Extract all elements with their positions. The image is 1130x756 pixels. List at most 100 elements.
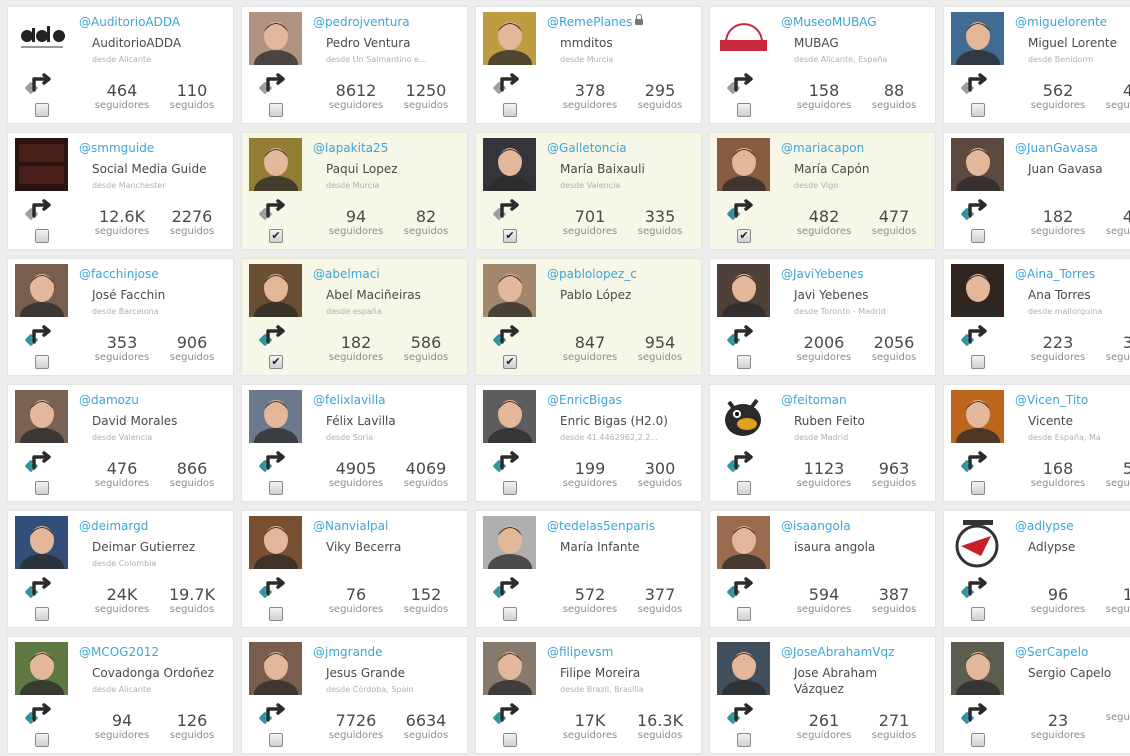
select-checkbox[interactable] [737, 355, 751, 369]
user-card-nanvialpal[interactable]: @Nanvialpal Viky Becerra 76 seguidores 1… [241, 510, 468, 628]
follow-back-icon[interactable] [490, 70, 524, 94]
mutual-follow-icon[interactable] [958, 322, 992, 346]
mutual-follow-icon[interactable] [724, 322, 758, 346]
select-checkbox[interactable] [269, 481, 283, 495]
user-handle-link[interactable]: @Aina_Torres [1015, 267, 1095, 281]
user-handle-link[interactable]: @tedelas5enparis [547, 519, 655, 533]
mutual-follow-icon[interactable] [256, 322, 290, 346]
user-card-enricbigas[interactable]: @EnricBigas Enric Bigas (H2.0) desde 41.… [475, 384, 702, 502]
user-handle-link[interactable]: @facchinjose [79, 267, 159, 281]
user-handle-link[interactable]: @isaangola [781, 519, 851, 533]
follow-back-icon[interactable] [22, 196, 56, 220]
avatar[interactable] [951, 138, 1004, 191]
user-handle-link[interactable]: @damozu [79, 393, 139, 407]
select-checkbox[interactable] [35, 607, 49, 621]
user-handle-link[interactable]: @Nanvialpal [313, 519, 388, 533]
user-card-felixlavilla[interactable]: @felixlavilla Félix Lavilla desde Soria … [241, 384, 468, 502]
user-handle-link[interactable]: @pedrojventura [313, 15, 410, 29]
select-checkbox[interactable] [503, 481, 517, 495]
select-checkbox[interactable]: ✔ [503, 229, 517, 243]
user-card-jmgrande[interactable]: @jmgrande Jesus Grande desde Córdoba, Sp… [241, 636, 468, 754]
select-checkbox[interactable] [737, 481, 751, 495]
user-handle-link[interactable]: @jmgrande [313, 645, 383, 659]
follow-back-icon[interactable] [256, 196, 290, 220]
user-card-facchinjose[interactable]: @facchinjose José Facchin desde Barcelon… [7, 258, 234, 376]
avatar[interactable] [483, 516, 536, 569]
avatar[interactable] [951, 12, 1004, 65]
select-checkbox[interactable] [971, 103, 985, 117]
select-checkbox[interactable] [971, 481, 985, 495]
user-card-filipevsm[interactable]: @filipevsm Filipe Moreira desde Brazil, … [475, 636, 702, 754]
mutual-follow-icon[interactable] [724, 700, 758, 724]
avatar[interactable] [249, 12, 302, 65]
user-card-mariacapon[interactable]: @mariacapon María Capón desde Vigo ✔ 482… [709, 132, 936, 250]
user-card-sercapelo[interactable]: @SerCapelo Sergio Capelo 23 seguidores s… [943, 636, 1130, 754]
user-handle-link[interactable]: @pablolopez_c [547, 267, 637, 281]
user-card-auditorioadda[interactable]: @AuditorioADDA AuditorioADDA desde Alica… [7, 6, 234, 124]
select-checkbox[interactable] [737, 733, 751, 747]
user-handle-link[interactable]: @abelmaci [313, 267, 380, 281]
mutual-follow-icon[interactable] [22, 700, 56, 724]
mutual-follow-icon[interactable] [724, 196, 758, 220]
mutual-follow-icon[interactable] [22, 448, 56, 472]
user-card-pedrojventura[interactable]: @pedrojventura Pedro Ventura desde Un Sa… [241, 6, 468, 124]
avatar[interactable] [249, 642, 302, 695]
user-card-pablolopez_c[interactable]: @pablolopez_c Pablo López ✔ 847 seguidor… [475, 258, 702, 376]
user-handle-link[interactable]: @miguelorente [1015, 15, 1107, 29]
mutual-follow-icon[interactable] [256, 574, 290, 598]
mutual-follow-icon[interactable] [256, 448, 290, 472]
select-checkbox[interactable]: ✔ [737, 229, 751, 243]
user-handle-link[interactable]: @AuditorioADDA [79, 15, 180, 29]
user-card-aina_torres[interactable]: @Aina_Torres Ana Torres desde mallorquin… [943, 258, 1130, 376]
user-card-deimargd[interactable]: @deimargd Deimar Gutierrez desde Colombi… [7, 510, 234, 628]
user-card-vicen_tito[interactable]: @Vicen_Tito Vicente desde España, Ma 168… [943, 384, 1130, 502]
follow-back-icon[interactable] [22, 70, 56, 94]
avatar[interactable] [717, 642, 770, 695]
select-checkbox[interactable] [971, 733, 985, 747]
select-checkbox[interactable]: ✔ [503, 355, 517, 369]
select-checkbox[interactable] [35, 103, 49, 117]
avatar[interactable] [717, 138, 770, 191]
user-card-galletoncia[interactable]: @Galletoncia María Baixauli desde Valenc… [475, 132, 702, 250]
mutual-follow-icon[interactable] [958, 700, 992, 724]
follow-back-icon[interactable] [256, 70, 290, 94]
user-card-abelmaci[interactable]: @abelmaci Abel Maciñeiras desde españa ✔… [241, 258, 468, 376]
user-handle-link[interactable]: @MuseoMUBAG [781, 15, 877, 29]
logo-avatar[interactable] [15, 138, 68, 191]
select-checkbox[interactable] [269, 607, 283, 621]
user-card-damozu[interactable]: @damozu David Morales desde Valencia 476… [7, 384, 234, 502]
avatar[interactable] [249, 138, 302, 191]
user-handle-link[interactable]: @felixlavilla [313, 393, 386, 407]
avatar[interactable] [951, 390, 1004, 443]
mutual-follow-icon[interactable] [256, 700, 290, 724]
user-card-tedelas5enparis[interactable]: @tedelas5enparis María Infante 572 segui… [475, 510, 702, 628]
follow-back-icon[interactable] [724, 70, 758, 94]
avatar[interactable] [249, 390, 302, 443]
user-card-isaangola[interactable]: @isaangola isaura angola 594 seguidores … [709, 510, 936, 628]
logo-avatar[interactable] [15, 12, 68, 65]
select-checkbox[interactable] [737, 103, 751, 117]
follow-back-icon[interactable] [490, 196, 524, 220]
select-checkbox[interactable] [35, 733, 49, 747]
mutual-follow-icon[interactable] [724, 574, 758, 598]
user-card-juangavasa[interactable]: @JuanGavasa Juan Gavasa 182 seguidores 4… [943, 132, 1130, 250]
logo-avatar[interactable] [717, 12, 770, 65]
follow-back-icon[interactable] [958, 70, 992, 94]
avatar[interactable] [15, 516, 68, 569]
avatar[interactable] [951, 264, 1004, 317]
select-checkbox[interactable] [35, 355, 49, 369]
mutual-follow-icon[interactable] [958, 196, 992, 220]
user-handle-link[interactable]: @EnricBigas [547, 393, 622, 407]
user-handle-link[interactable]: @RemePlanes [547, 14, 644, 29]
user-handle-link[interactable]: @Vicen_Tito [1015, 393, 1088, 407]
user-handle-link[interactable]: @filipevsm [547, 645, 613, 659]
user-card-museomubag[interactable]: @MuseoMUBAG MUBAG desde Alicante, España… [709, 6, 936, 124]
select-checkbox[interactable] [269, 103, 283, 117]
user-card-smmguide[interactable]: @smmguide Social Media Guide desde Manch… [7, 132, 234, 250]
avatar[interactable] [15, 390, 68, 443]
user-handle-link[interactable]: @JoseAbrahamVqz [781, 645, 894, 659]
avatar[interactable] [951, 642, 1004, 695]
mutual-follow-icon[interactable] [958, 448, 992, 472]
avatar[interactable] [717, 516, 770, 569]
select-checkbox[interactable] [269, 733, 283, 747]
